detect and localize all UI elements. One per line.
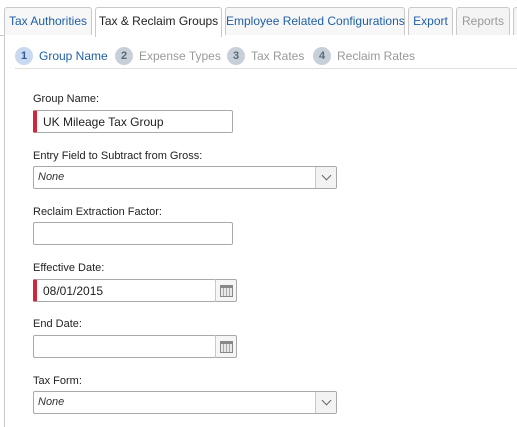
tab-export[interactable]: Export [408, 7, 453, 36]
step-group-name[interactable]: 1 Group Name [15, 46, 108, 66]
tab-reports: Reports [456, 7, 510, 36]
end-date-input[interactable] [33, 335, 216, 358]
step-number: 2 [115, 47, 133, 65]
group-name-input[interactable] [33, 110, 233, 133]
end-date-label: End Date: [33, 318, 82, 330]
tab-tax-reclaim-groups[interactable]: Tax & Reclaim Groups [95, 7, 222, 37]
group-name-label: Group Name: [33, 93, 100, 105]
step-number: 3 [227, 47, 245, 65]
steps-divider [15, 68, 517, 69]
step-label: Expense Types [139, 49, 221, 63]
effective-date-input[interactable] [33, 279, 216, 302]
calendar-icon[interactable] [215, 335, 237, 358]
end-date-picker [33, 335, 237, 358]
tax-form-select[interactable]: None [33, 391, 337, 414]
step-number: 1 [15, 47, 33, 65]
step-tax-rates: 3 Tax Rates [227, 46, 304, 66]
step-reclaim-rates: 4 Reclaim Rates [313, 46, 415, 66]
tab-bar: Tax Authorities Tax & Reclaim Groups Emp… [0, 0, 517, 37]
effective-date-label: Effective Date: [33, 262, 105, 274]
calendar-icon[interactable] [215, 279, 237, 302]
entry-field-label: Entry Field to Subtract from Gross: [33, 150, 203, 162]
form-panel: 1 Group Name 2 Expense Types 3 Tax Rates… [4, 35, 517, 427]
reclaim-factor-label: Reclaim Extraction Factor: [33, 206, 162, 218]
chevron-down-icon[interactable] [315, 392, 336, 413]
step-label: Reclaim Rates [337, 49, 416, 63]
entry-field-select[interactable]: None [33, 166, 337, 189]
step-label: Tax Rates [251, 49, 305, 63]
tab-tax-authorities[interactable]: Tax Authorities [4, 7, 92, 36]
tab-employee-related-configurations[interactable]: Employee Related Configurations [225, 7, 405, 36]
step-label: Group Name [39, 49, 108, 63]
entry-field-value: None [38, 171, 65, 183]
step-number: 4 [313, 47, 331, 65]
tax-form-value: None [38, 396, 65, 408]
reclaim-factor-input[interactable] [33, 222, 233, 245]
chevron-down-icon[interactable] [315, 167, 336, 188]
effective-date-picker [33, 279, 237, 302]
step-expense-types: 2 Expense Types [115, 46, 221, 66]
tax-form-label: Tax Form: [33, 375, 82, 387]
tab-overflow [513, 7, 517, 36]
